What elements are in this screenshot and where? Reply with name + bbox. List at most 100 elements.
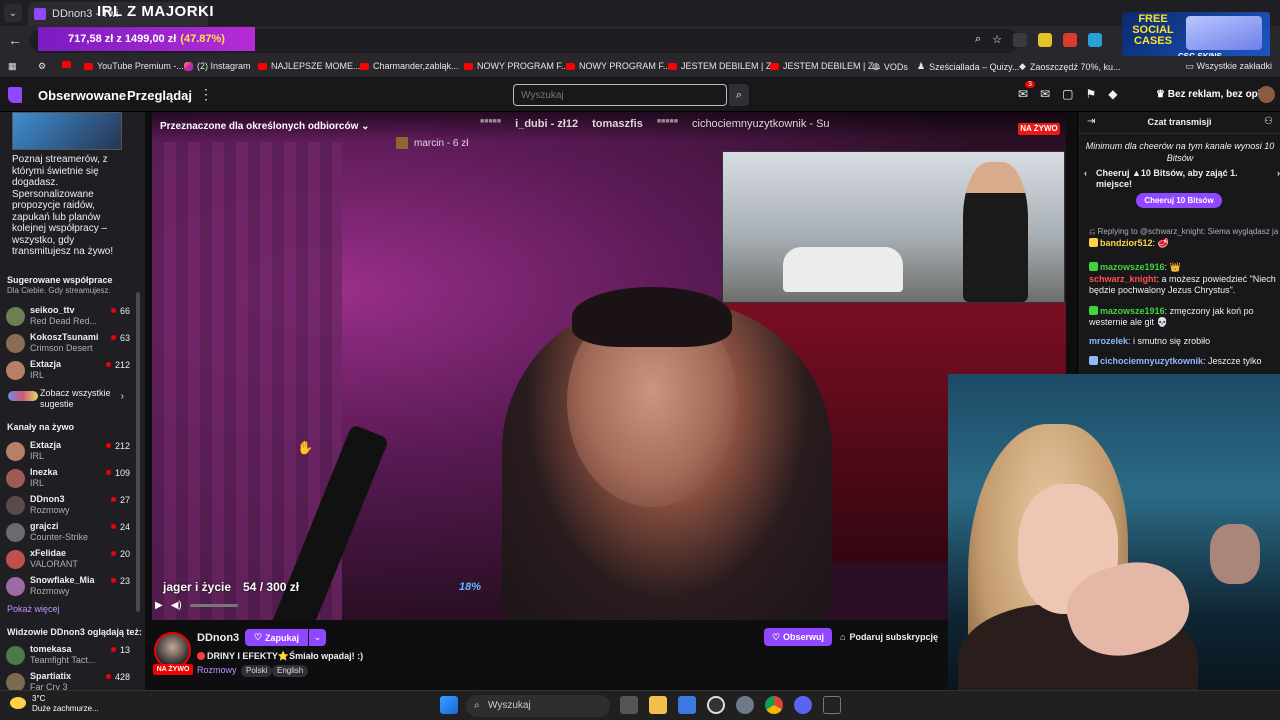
channel-row[interactable]: grajczi Counter-Strike 24 xyxy=(6,521,138,545)
bookmark-star-icon[interactable]: ☆ xyxy=(992,33,1002,47)
whispers-icon[interactable]: ✉ xyxy=(1040,87,1050,101)
channel-game: Teamfight Tact... xyxy=(30,655,96,665)
user-avatar[interactable] xyxy=(1258,86,1275,103)
bookmark-item[interactable]: ◍ VODs xyxy=(872,61,908,72)
more-menu-icon[interactable]: ⋮ xyxy=(199,86,213,103)
notifications-icon[interactable]: ✉ 3 xyxy=(1018,81,1035,101)
sidebar-scrollbar[interactable] xyxy=(136,292,140,612)
file-explorer-icon[interactable] xyxy=(649,696,667,714)
chat-username[interactable]: bandzior512 xyxy=(1100,238,1153,248)
task-view-icon[interactable] xyxy=(620,696,638,714)
turbo-button[interactable]: ♛ Bez reklam, bez opłat xyxy=(1156,89,1269,100)
bookmark-item[interactable]: ♟ Sześciallada – Quizy... xyxy=(917,61,1019,72)
channel-row[interactable]: DDnon3 Rozmowy 27 xyxy=(6,494,138,518)
audience-dropdown[interactable]: Przeznaczone dla określonych odbiorców ⌄ xyxy=(160,121,370,132)
channel-avatar xyxy=(6,469,25,488)
chat-username[interactable]: cichociemnyuzytkownik xyxy=(1100,356,1203,366)
stream-overlay-title: IRL Z MAJORKI xyxy=(97,3,215,20)
viewer-number: 20 xyxy=(119,549,130,559)
channel-name: KokoszTsunami xyxy=(30,332,99,342)
promo-title: FREE SOCIAL CASES xyxy=(1132,13,1174,47)
viewer-count: 428 xyxy=(105,672,130,682)
twitch-logo-icon[interactable] xyxy=(8,87,22,103)
bookmark-item[interactable]: (2) Instagram xyxy=(184,61,251,71)
viewer-count: 13 xyxy=(110,645,130,655)
channel-row[interactable]: xFelidae VALORANT 20 xyxy=(6,548,138,572)
settings-icon[interactable]: ⚙ xyxy=(38,61,46,72)
bookmark-youtube[interactable] xyxy=(62,61,71,68)
extension-icon[interactable] xyxy=(1013,33,1028,47)
channel-row[interactable]: KokoszTsunami Crimson Desert 63 xyxy=(6,332,138,356)
bookmark-item[interactable]: JESTEM DEBILEM | Z... xyxy=(770,61,881,71)
invite-button[interactable]: ♡ Zapukaj xyxy=(245,629,308,646)
nav-following[interactable]: Obserwowane xyxy=(38,88,126,103)
search-input[interactable] xyxy=(513,84,727,106)
chevron-left-icon[interactable]: ‹ xyxy=(1084,168,1087,179)
tag-pill[interactable]: English xyxy=(272,665,309,677)
streamer-hair xyxy=(572,287,732,347)
channel-name: DDnon3 xyxy=(30,494,65,504)
cheer-button[interactable]: Cheeruj 10 Bitsów xyxy=(1136,193,1222,208)
all-bookmarks-folder[interactable]: ▭ Wszystkie zakładki xyxy=(1185,61,1272,72)
search-button[interactable]: ⌕ xyxy=(729,84,749,106)
show-more-link[interactable]: Pokaż więcej xyxy=(7,604,60,614)
video-player[interactable] xyxy=(152,112,1066,620)
tag-pill[interactable]: Polski xyxy=(241,665,273,677)
extension-icon[interactable] xyxy=(1038,33,1053,47)
extension-icon[interactable] xyxy=(1088,33,1103,47)
channel-row[interactable]: Snowflake_Mia Rozmowy 23 xyxy=(6,575,138,599)
bits-icon[interactable]: ◆ xyxy=(1108,87,1117,101)
bookmark-item[interactable]: ◆ Zaoszczędź 70%, ku... xyxy=(1019,61,1120,72)
chat-username[interactable]: schwarz_knight xyxy=(1089,274,1157,284)
nav-browse[interactable]: Przeglądaj xyxy=(127,88,192,103)
extension-icon[interactable] xyxy=(1063,33,1078,47)
bookmark-item[interactable]: Charmander,zabląk... xyxy=(360,61,459,71)
chat-username[interactable]: mazowsze1916 xyxy=(1100,306,1165,316)
channel-avatar xyxy=(6,523,25,542)
follow-button[interactable]: ♡ Obserwuj xyxy=(764,628,832,646)
channel-row[interactable]: Extazja IRL 212 xyxy=(6,440,138,464)
channel-game: Counter-Strike xyxy=(30,532,89,542)
channel-row[interactable]: tomekasa Teamfight Tact... 13 xyxy=(6,644,138,668)
chat-username[interactable]: mrozelek xyxy=(1089,336,1128,346)
channel-row[interactable]: Extazja IRL 212 xyxy=(6,359,138,383)
taskbar-apps xyxy=(620,696,841,714)
zoom-icon[interactable]: ⌕ xyxy=(975,33,981,47)
bookmark-item[interactable]: NAJLEPSZE MOME... xyxy=(258,61,361,71)
obs-icon[interactable] xyxy=(707,696,725,714)
windows-start-icon[interactable] xyxy=(440,696,458,714)
chat-bubble-icon[interactable]: ▢ xyxy=(1062,87,1073,101)
invite-dropdown-button[interactable]: ⌄ xyxy=(309,629,326,646)
bookmark-item[interactable]: NOWY PROGRAM F... xyxy=(464,61,568,71)
store-icon[interactable] xyxy=(678,696,696,714)
bookmark-item[interactable]: YouTube Premium -... xyxy=(84,61,184,71)
prime-icon[interactable]: ⚑ xyxy=(1085,87,1096,101)
bookmark-item[interactable]: NOWY PROGRAM F... xyxy=(566,61,670,71)
discord-icon[interactable] xyxy=(794,696,812,714)
chat-username[interactable]: mazowsze1916 xyxy=(1100,262,1165,272)
taskbar-search[interactable]: ⌕ Wyszukaj xyxy=(466,695,610,717)
apps-grid-icon[interactable]: ▦ xyxy=(8,61,17,72)
volume-slider[interactable] xyxy=(189,604,238,607)
stream-category[interactable]: Rozmowy xyxy=(197,665,237,675)
tab-search-button[interactable]: ⌄ xyxy=(4,4,22,22)
play-icon[interactable]: ▶ xyxy=(155,600,163,611)
channel-row[interactable]: Inezka IRL 109 xyxy=(6,467,138,491)
chrome-icon[interactable] xyxy=(765,696,783,714)
gift-sub-button[interactable]: ⌂ Podaruj subskrypcję xyxy=(840,628,948,646)
back-arrow-icon[interactable]: ← xyxy=(8,32,22,48)
volume-icon[interactable]: ◀) xyxy=(171,600,182,611)
channel-row[interactable]: seikoo_ttv Red Dead Red... 66 xyxy=(6,305,138,329)
heart-icon: ♡ xyxy=(771,631,781,642)
channel-name[interactable]: DDnon3 xyxy=(197,632,239,644)
bookmark-item[interactable]: JESTEM DEBILEM | Z... xyxy=(668,61,779,71)
youtube-icon xyxy=(360,62,369,70)
show-all-suggestions[interactable]: Zobacz wszystkie sugestie › xyxy=(6,386,138,412)
channel-row[interactable]: Spartiatix Far Cry 3 428 xyxy=(6,671,138,690)
terminal-icon[interactable] xyxy=(823,696,841,714)
settings-icon[interactable] xyxy=(736,696,754,714)
bookmarks-bar: ▦ ⚙ YouTube Premium -... (2) Instagram N… xyxy=(0,56,1280,78)
users-icon[interactable]: ⚇ xyxy=(1264,116,1273,127)
ticker-dim-text: ■■■■■ xyxy=(480,118,502,125)
ticker-item: i_dubi - zł12 xyxy=(515,118,579,130)
